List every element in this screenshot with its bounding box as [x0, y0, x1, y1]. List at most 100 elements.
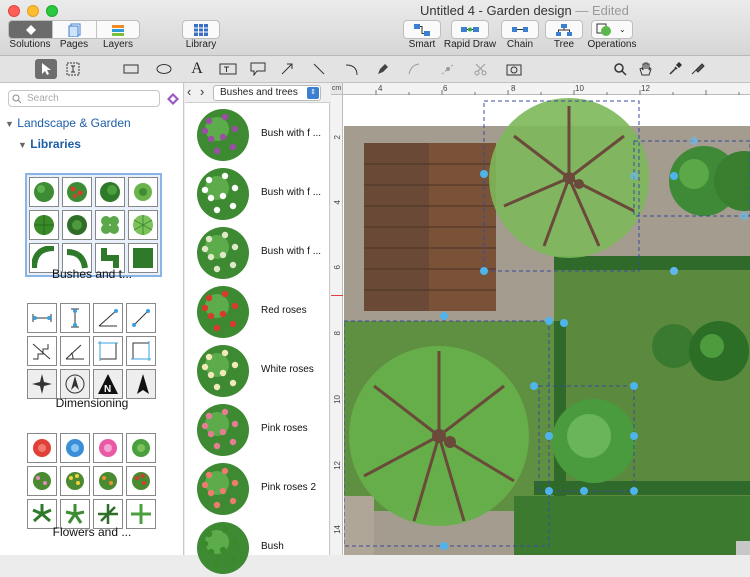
selection-handle[interactable]	[440, 312, 448, 320]
wooden-deck[interactable]	[364, 143, 496, 311]
solutions-label: Solutions	[9, 39, 51, 50]
library-item-label: White roses	[261, 364, 314, 375]
selection-handle[interactable]	[560, 319, 568, 327]
arrow-line-tool[interactable]	[276, 59, 298, 79]
text-tool[interactable]: A	[186, 59, 208, 79]
drawing-canvas[interactable]: cm 4 6 8 10 12 2 4 6 8 10 12 14	[331, 83, 750, 555]
minimize-window-button[interactable]	[27, 5, 39, 17]
library-grid-icon	[194, 23, 208, 36]
library-dimensioning-thumbnail[interactable]: N	[25, 301, 158, 401]
ellipse-tool[interactable]	[153, 59, 175, 79]
round-bush[interactable]	[552, 399, 636, 483]
library-item[interactable]: Pink roses	[185, 400, 330, 459]
pages-label: Pages	[59, 39, 89, 50]
operations-button[interactable]: ⌄	[591, 20, 633, 39]
selection-handle[interactable]	[670, 267, 678, 275]
selection-handle[interactable]	[480, 267, 488, 275]
selection-handle[interactable]	[740, 212, 748, 220]
camera-tool[interactable]	[503, 59, 525, 79]
rapid-draw-icon	[461, 26, 479, 32]
library-button[interactable]	[182, 20, 220, 39]
rapid-draw-button[interactable]	[451, 20, 489, 39]
library-item[interactable]: Bush with f ...	[185, 105, 330, 164]
selection-handle[interactable]	[690, 137, 698, 145]
rapid-draw-label: Rapid Draw	[443, 39, 497, 50]
zoom-window-button[interactable]	[46, 5, 58, 17]
back-chevron-icon[interactable]: ‹	[187, 84, 191, 99]
library-dropdown[interactable]: Bushes and trees ⇕	[213, 85, 321, 101]
selection-handle[interactable]	[670, 172, 678, 180]
bush-thumbnail-icon	[197, 109, 249, 161]
library-item[interactable]: White roses	[185, 341, 330, 400]
text-select-tool[interactable]	[62, 59, 84, 79]
pan-tool[interactable]	[634, 59, 656, 79]
text-a-icon: A	[191, 60, 203, 77]
library-item[interactable]: Bush with f ...	[185, 164, 330, 223]
library-flowers-thumbnail[interactable]	[25, 431, 158, 531]
pen-icon	[378, 64, 388, 74]
orange-flower-bed-icon	[99, 472, 117, 490]
point-edit-tool[interactable]	[437, 59, 459, 79]
selection-handle[interactable]	[630, 432, 638, 440]
line-tool[interactable]	[308, 59, 330, 79]
tree-large-top[interactable]	[489, 98, 649, 258]
canvas-corner-button[interactable]	[736, 541, 750, 555]
library-item[interactable]: Bush	[185, 518, 330, 577]
libraries-header[interactable]: ▼ Libraries	[18, 137, 81, 151]
layers-button[interactable]	[95, 21, 139, 38]
selection-handle[interactable]	[630, 382, 638, 390]
selection-handle[interactable]	[545, 317, 553, 325]
ruler-label: 2	[333, 135, 342, 140]
hedge-bottom[interactable]	[534, 481, 750, 495]
section-landscape-garden[interactable]: ▼ Landscape & Garden	[5, 116, 131, 130]
text-block-tool[interactable]	[217, 59, 239, 79]
select-tool[interactable]	[35, 59, 57, 79]
garden-plan[interactable]	[344, 96, 750, 555]
forward-chevron-icon[interactable]: ›	[200, 84, 204, 99]
tree-large-bottom[interactable]	[349, 346, 529, 526]
area-frame-icon	[131, 341, 151, 361]
selection-handle[interactable]	[545, 487, 553, 495]
zoom-tool[interactable]	[609, 59, 631, 79]
search-input[interactable]: Search	[8, 90, 160, 107]
close-window-button[interactable]	[8, 5, 20, 17]
clover-plant-icon	[101, 216, 119, 234]
bezier-tool[interactable]	[403, 59, 425, 79]
library-selector-bar: ‹ › Bushes and trees ⇕	[185, 83, 330, 103]
selection-handle[interactable]	[580, 487, 588, 495]
library-item[interactable]: Bush with f ...	[185, 223, 330, 282]
scissors-tool[interactable]	[470, 59, 492, 79]
layers-icon	[111, 24, 124, 36]
selection-handle[interactable]	[440, 542, 448, 550]
red-flower-icon	[33, 439, 51, 457]
library-item[interactable]: Pink roses 2	[185, 459, 330, 518]
arc-tool[interactable]	[341, 59, 363, 79]
callout-icon	[250, 62, 266, 76]
library-bushes-thumbnail[interactable]	[25, 173, 162, 277]
selection-handle[interactable]	[480, 170, 488, 178]
pen-tool[interactable]	[372, 59, 394, 79]
chain-button[interactable]	[501, 20, 539, 39]
eyedropper-tool[interactable]	[664, 59, 686, 79]
dimension-horizontal-icon	[32, 314, 52, 322]
yellow-flower-bed-icon	[66, 472, 84, 490]
hedge-top[interactable]	[554, 256, 750, 270]
library-manager-icon[interactable]	[166, 92, 180, 106]
library-item[interactable]: Red roses	[185, 282, 330, 341]
pages-button[interactable]	[52, 21, 95, 38]
snapshot-icon	[506, 64, 522, 76]
selection-handle[interactable]	[630, 172, 638, 180]
callout-tool[interactable]	[247, 59, 269, 79]
selection-handle[interactable]	[630, 487, 638, 495]
selection-handle[interactable]	[530, 382, 538, 390]
bush-thumbnail-icon	[197, 404, 249, 456]
smart-button[interactable]	[403, 20, 441, 39]
tree-label: Tree	[553, 39, 575, 50]
layers-label: Layers	[102, 39, 133, 50]
format-painter-tool[interactable]	[687, 59, 709, 79]
rectangle-tool[interactable]	[120, 59, 142, 79]
tree-button[interactable]	[545, 20, 583, 39]
ruler-position-marker	[331, 295, 343, 296]
solutions-button[interactable]	[9, 21, 53, 38]
selection-handle[interactable]	[545, 432, 553, 440]
